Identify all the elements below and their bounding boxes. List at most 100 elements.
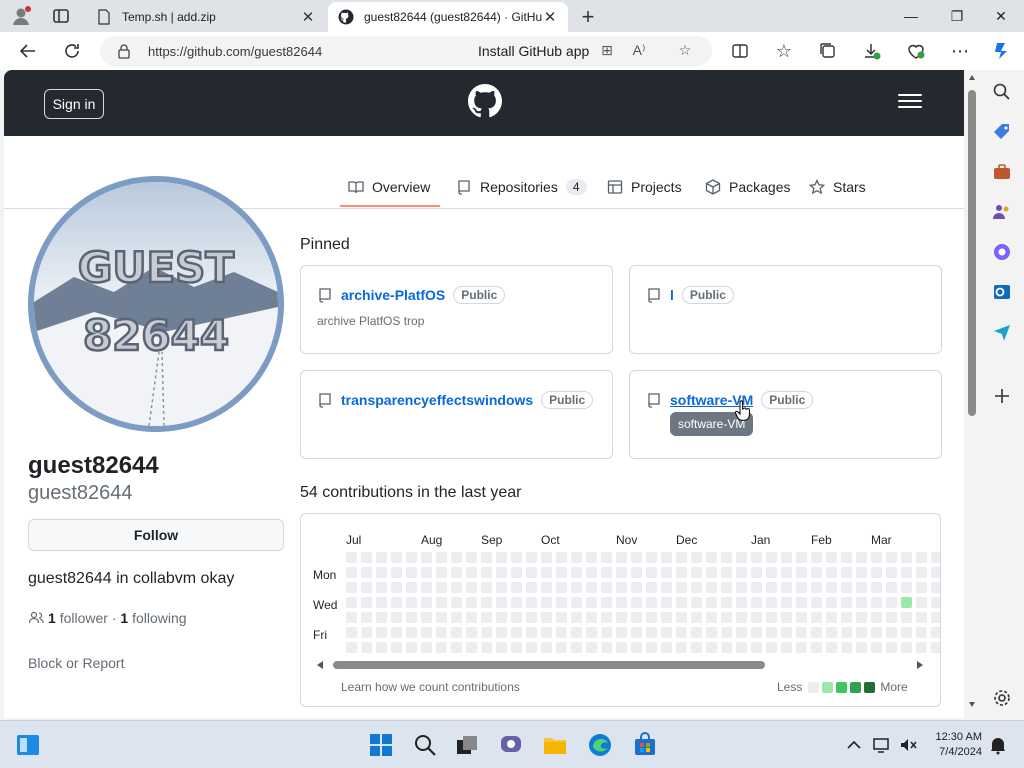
contribution-cell[interactable]: [406, 597, 417, 608]
tab-projects[interactable]: Projects: [607, 176, 682, 198]
contribution-cell[interactable]: [661, 552, 672, 563]
contribution-cell[interactable]: [691, 552, 702, 563]
contribution-cell[interactable]: [856, 552, 867, 563]
contribution-cell[interactable]: [526, 627, 537, 638]
window-close-icon[interactable]: ✕: [978, 0, 1024, 32]
contribution-cell[interactable]: [586, 582, 597, 593]
contribution-cell[interactable]: [586, 597, 597, 608]
copilot-icon[interactable]: [990, 39, 1014, 63]
contribution-cell[interactable]: [631, 552, 642, 563]
learn-contributions-link[interactable]: Learn how we count contributions: [341, 680, 520, 694]
contribution-cell[interactable]: [691, 612, 702, 623]
contribution-cell[interactable]: [481, 627, 492, 638]
contribution-cell[interactable]: [931, 627, 940, 638]
repo-link[interactable]: l: [670, 287, 674, 303]
contribution-cell[interactable]: [811, 567, 822, 578]
refresh-icon[interactable]: [60, 39, 84, 63]
contribution-cell[interactable]: [721, 552, 732, 563]
contribution-cell[interactable]: [421, 552, 432, 563]
contribution-cell[interactable]: [601, 642, 612, 653]
contribution-cell[interactable]: [511, 552, 522, 563]
contribution-cell[interactable]: [856, 627, 867, 638]
contribution-cell[interactable]: [436, 552, 447, 563]
contribution-cell[interactable]: [871, 597, 882, 608]
contribution-cell[interactable]: [721, 582, 732, 593]
contribution-cell[interactable]: [361, 627, 372, 638]
contribution-cell[interactable]: [781, 627, 792, 638]
contribution-cell[interactable]: [616, 642, 627, 653]
contribution-cell[interactable]: [721, 612, 732, 623]
contribution-cell[interactable]: [616, 597, 627, 608]
contribution-cell[interactable]: [751, 642, 762, 653]
contribution-cell[interactable]: [646, 597, 657, 608]
contribution-cell[interactable]: [571, 552, 582, 563]
contribution-cell[interactable]: [706, 642, 717, 653]
contribution-cell[interactable]: [421, 582, 432, 593]
contribution-cell[interactable]: [526, 552, 537, 563]
restore-icon[interactable]: ❐: [934, 0, 980, 32]
contribution-cell[interactable]: [661, 612, 672, 623]
contribution-cell[interactable]: [346, 582, 357, 593]
contribution-cell[interactable]: [631, 582, 642, 593]
contribution-cell[interactable]: [706, 597, 717, 608]
contribution-cell[interactable]: [361, 552, 372, 563]
contribution-cell[interactable]: [601, 627, 612, 638]
contribution-cell[interactable]: [751, 612, 762, 623]
contribution-cell[interactable]: [616, 582, 627, 593]
contribution-cell[interactable]: [691, 627, 702, 638]
scroll-right-icon[interactable]: [915, 660, 925, 670]
notification-icon[interactable]: [988, 735, 1008, 755]
collections-icon[interactable]: [816, 39, 840, 63]
contribution-cell[interactable]: [421, 567, 432, 578]
contribution-cell[interactable]: [781, 582, 792, 593]
contribution-cell[interactable]: [421, 642, 432, 653]
contribution-cell[interactable]: [511, 642, 522, 653]
tab-actions-icon[interactable]: [50, 5, 72, 27]
contribution-cell[interactable]: [511, 612, 522, 623]
app-available-icon[interactable]: ⊞: [598, 42, 616, 60]
contribution-cell[interactable]: [361, 567, 372, 578]
contribution-cell[interactable]: [811, 552, 822, 563]
contribution-cell[interactable]: [556, 627, 567, 638]
contribution-cell[interactable]: [841, 642, 852, 653]
contribution-cell[interactable]: [661, 642, 672, 653]
contribution-cell[interactable]: [556, 612, 567, 623]
contribution-cell[interactable]: [436, 582, 447, 593]
contribution-cell[interactable]: [886, 567, 897, 578]
contribution-cell[interactable]: [511, 597, 522, 608]
contribution-cell[interactable]: [646, 627, 657, 638]
lock-icon[interactable]: [116, 43, 132, 59]
contribution-cell[interactable]: [646, 567, 657, 578]
contribution-cell[interactable]: [826, 582, 837, 593]
contribution-cell[interactable]: [856, 612, 867, 623]
contribution-cell[interactable]: [721, 642, 732, 653]
contribution-cell[interactable]: [796, 597, 807, 608]
contribution-cell[interactable]: [841, 552, 852, 563]
scroll-left-icon[interactable]: [315, 660, 325, 670]
contribution-cell[interactable]: [556, 582, 567, 593]
contribution-cell[interactable]: [736, 612, 747, 623]
contribution-cell[interactable]: [406, 627, 417, 638]
contribution-cell[interactable]: [811, 627, 822, 638]
contribution-cell[interactable]: [451, 642, 462, 653]
contribution-cell[interactable]: [526, 612, 537, 623]
contribution-cell[interactable]: [871, 627, 882, 638]
contribution-cell[interactable]: [736, 642, 747, 653]
contribution-cell[interactable]: [541, 597, 552, 608]
horizontal-scrollbar[interactable]: [315, 660, 925, 670]
block-or-report-link[interactable]: Block or Report: [28, 655, 124, 671]
contribution-cell[interactable]: [586, 612, 597, 623]
contribution-cell[interactable]: [766, 627, 777, 638]
contribution-cell[interactable]: [646, 582, 657, 593]
contribution-cell[interactable]: [706, 552, 717, 563]
contribution-cell[interactable]: [796, 552, 807, 563]
contribution-cell[interactable]: [931, 612, 940, 623]
contribution-cell[interactable]: [466, 627, 477, 638]
contribution-cell[interactable]: [601, 597, 612, 608]
contribution-cell[interactable]: [646, 552, 657, 563]
contribution-cell[interactable]: [391, 642, 402, 653]
contribution-cell[interactable]: [811, 582, 822, 593]
contribution-cell[interactable]: [901, 612, 912, 623]
contribution-cell[interactable]: [631, 612, 642, 623]
contribution-cell[interactable]: [886, 642, 897, 653]
